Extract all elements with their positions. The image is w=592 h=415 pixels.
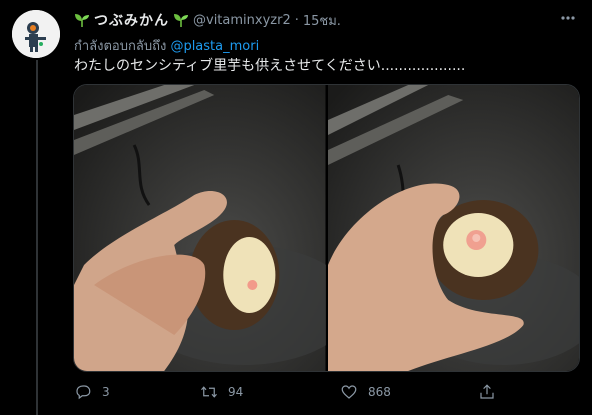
photo-right-image xyxy=(327,85,579,371)
photo-right[interactable] xyxy=(327,85,579,371)
mention-link[interactable]: @plasta_mori xyxy=(170,39,259,54)
tweet-header: つぶみかん @vitaminxyzr2 · 15ชม. xyxy=(74,11,572,29)
share-icon xyxy=(480,384,494,399)
reply-button[interactable]: 3 xyxy=(74,380,110,404)
display-name[interactable]: つぶみかん xyxy=(94,10,169,30)
tweet-actions: 3 94 868 xyxy=(74,380,514,404)
retweet-icon xyxy=(201,386,217,398)
more-options-button[interactable] xyxy=(558,8,578,28)
more-options-icon xyxy=(561,16,575,20)
tweet-text: わたしのセンシティブ里芋も供えさせてください..................… xyxy=(74,58,466,74)
separator-dot: · xyxy=(294,12,299,28)
photo-left[interactable] xyxy=(74,85,326,371)
share-button[interactable] xyxy=(478,380,506,404)
retweet-button[interactable]: 94 xyxy=(200,380,243,404)
retweet-count: 94 xyxy=(228,385,244,399)
like-count: 868 xyxy=(368,385,391,399)
timestamp[interactable]: 15ชม. xyxy=(303,10,341,31)
reply-count: 3 xyxy=(102,385,110,399)
like-button[interactable]: 868 xyxy=(340,380,391,404)
thread-line xyxy=(36,60,38,415)
reply-icon xyxy=(76,385,91,400)
replying-prefix: กำลังตอบกลับถึง xyxy=(74,39,167,54)
sprout-icon xyxy=(174,14,188,27)
sprout-icon xyxy=(75,14,89,27)
replying-to-line: กำลังตอบกลับถึง @plasta_mori xyxy=(74,35,259,56)
heart-icon xyxy=(341,385,357,399)
avatar[interactable] xyxy=(12,10,60,58)
media-grid xyxy=(73,84,580,372)
photo-left-image xyxy=(74,85,326,371)
user-handle[interactable]: @vitaminxyzr2 xyxy=(193,13,291,28)
avatar-image xyxy=(12,10,60,58)
